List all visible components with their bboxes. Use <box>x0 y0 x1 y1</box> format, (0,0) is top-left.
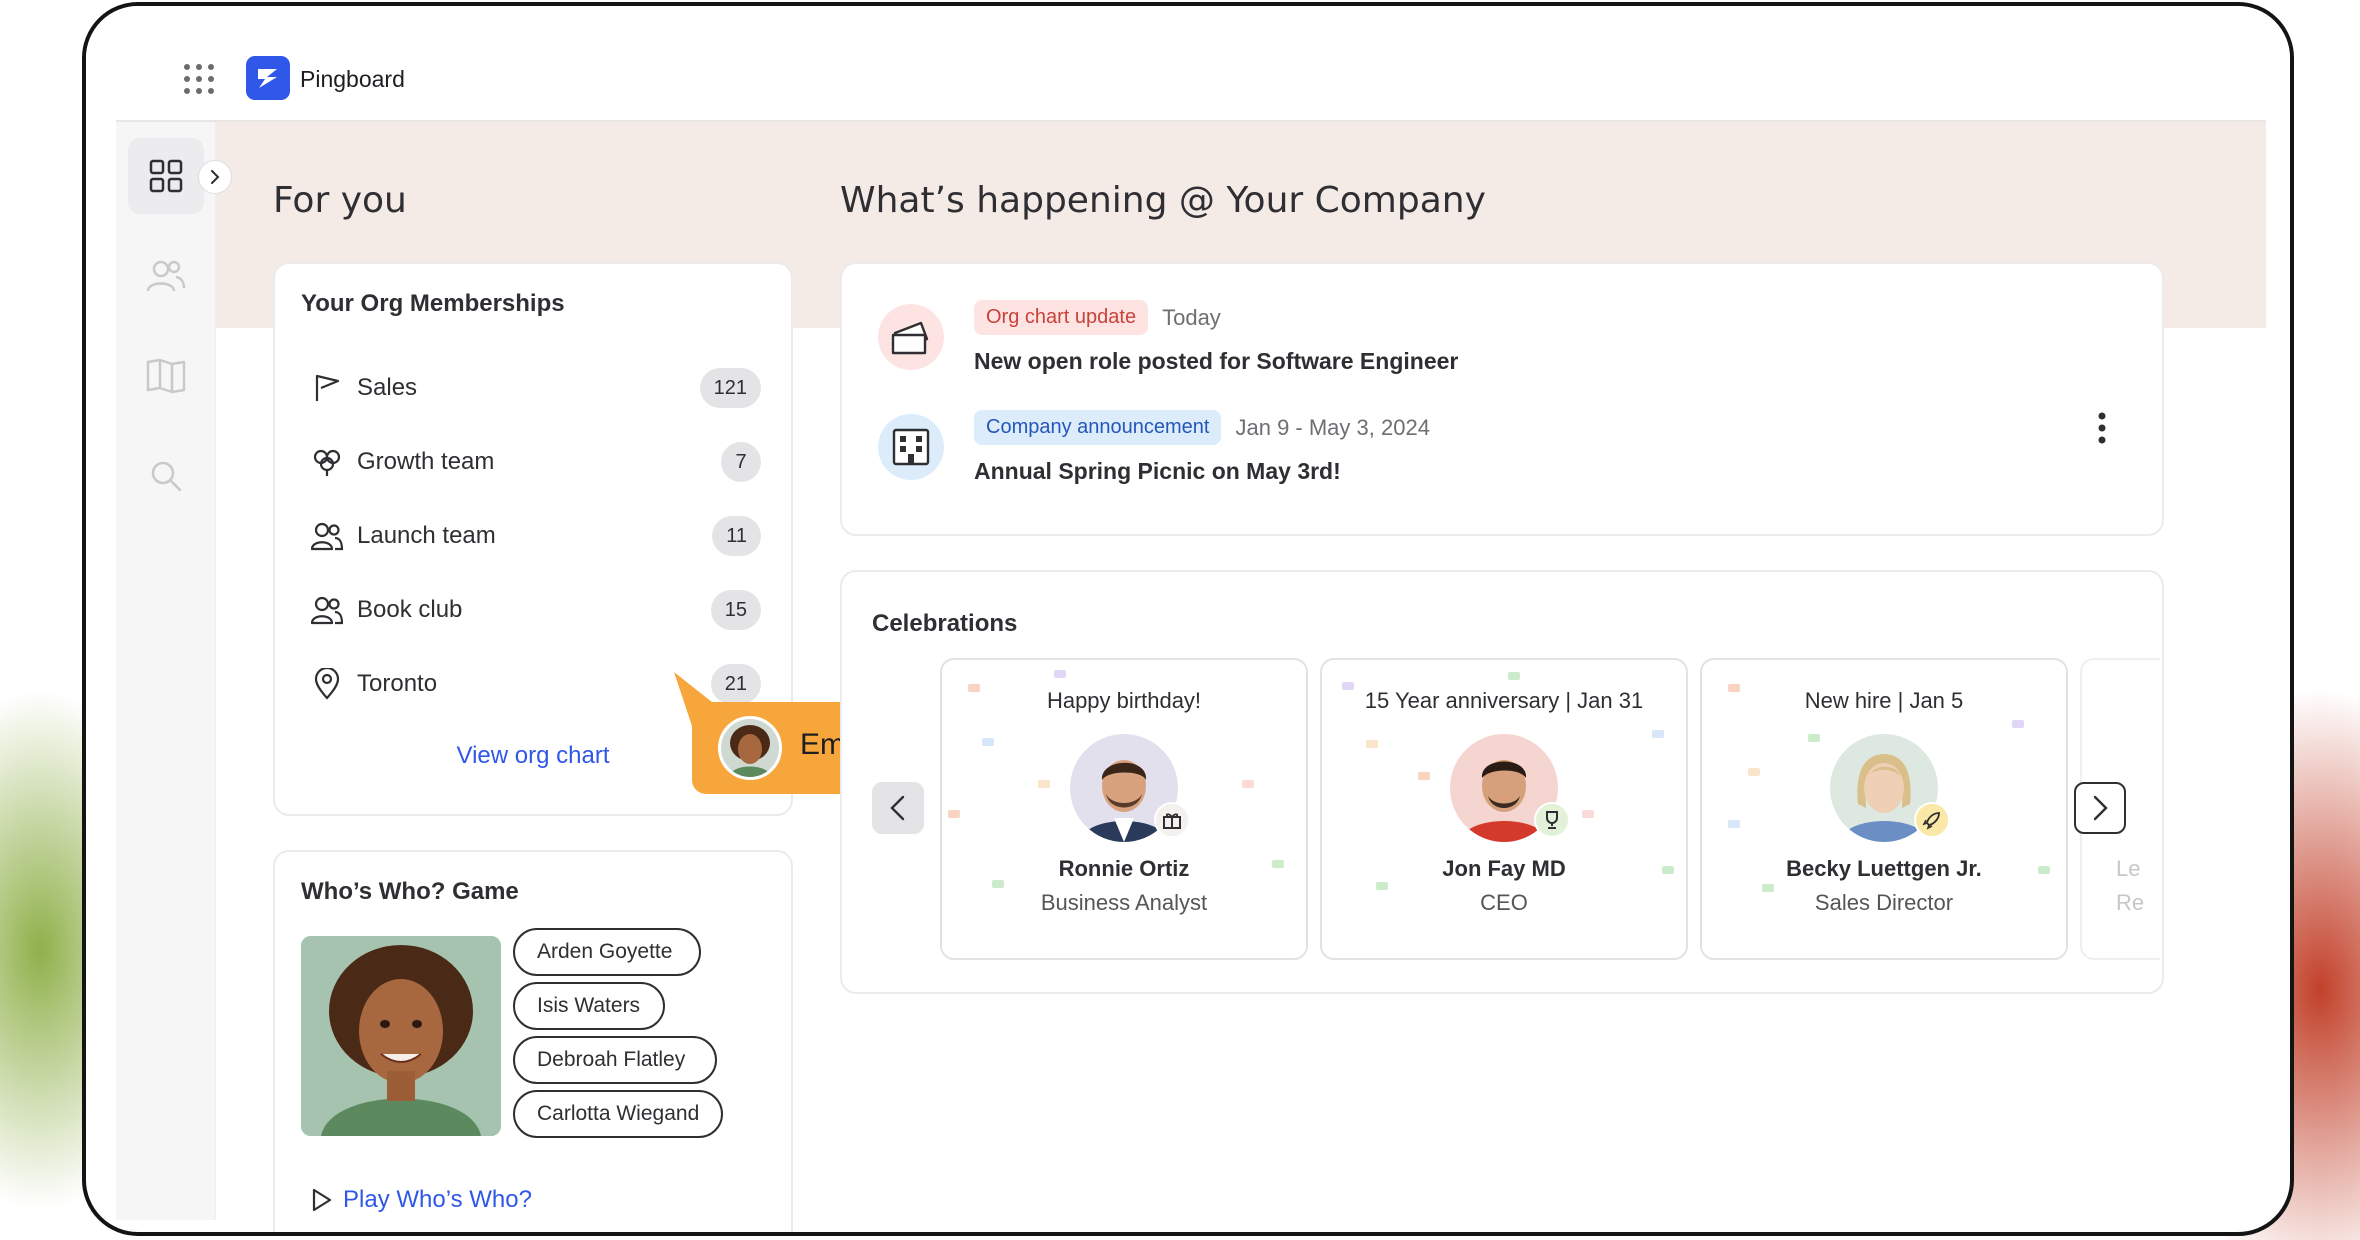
search-icon <box>151 461 182 492</box>
celebration-heading: New hire | Jan 5 <box>1804 688 1964 713</box>
flag-icon <box>311 372 343 404</box>
celebration-role: Sales Director <box>1814 890 1954 915</box>
membership-count: 7 <box>721 442 761 482</box>
membership-row-growth-team[interactable]: Growth team 7 <box>311 440 761 484</box>
building-icon <box>878 414 944 480</box>
membership-row-sales[interactable]: Sales 121 <box>311 366 761 410</box>
for-you-title: For you <box>273 180 407 221</box>
sidebar <box>116 122 232 1220</box>
sidebar-expand-button[interactable] <box>198 160 232 194</box>
celebration-role: Business Analyst <box>1040 890 1208 915</box>
membership-count: 11 <box>712 516 761 556</box>
gift-icon <box>1154 802 1190 838</box>
users-icon <box>311 520 343 552</box>
chevron-right-icon <box>211 170 220 184</box>
membership-label: Toronto <box>357 670 438 697</box>
membership-row-launch-team[interactable]: Launch team 11 <box>311 514 761 558</box>
feed-meta: Org chart update Today <box>974 300 1221 335</box>
top-bar: Pingboard <box>86 6 2290 120</box>
celebration-card[interactable]: Happy birthday! Ronnie Ortiz Business An… <box>940 658 1308 960</box>
membership-label: Growth team <box>357 448 495 475</box>
feed-date: Today <box>1162 304 1221 330</box>
app-launcher-icon[interactable] <box>184 64 214 94</box>
feed-text: New open role posted for Software Engine… <box>974 348 1459 374</box>
celebration-role: Re <box>2116 890 2145 915</box>
play-icon <box>312 1188 332 1212</box>
app-body: For you Your Org Memberships Sales 121 G… <box>116 120 2266 1232</box>
celebration-card[interactable]: 15 Year anniversary | Jan 31 Jon Fay MD … <box>1320 658 1688 960</box>
tag-org-chart-update: Org chart update <box>974 300 1149 335</box>
whos-who-photo <box>301 936 501 1136</box>
users-icon <box>311 594 343 626</box>
feed-text: Annual Spring Picnic on May 3rd! <box>974 458 1341 484</box>
book-icon <box>146 358 186 394</box>
play-whos-who-button[interactable]: Play Who’s Who? <box>311 1186 532 1214</box>
chevron-left-icon <box>890 795 905 821</box>
device-frame: Pingboard For you Your Org Memberships S… <box>82 2 2294 1236</box>
chevron-right-icon <box>2093 795 2108 821</box>
rocket-icon <box>1914 802 1950 838</box>
celebration-role: CEO <box>1480 890 1528 915</box>
celebrations-card: Celebrations Happy birthday! Ronnie Orti… <box>840 570 2164 994</box>
location-pin-icon <box>311 668 343 700</box>
flower-icon <box>311 446 343 478</box>
feed-meta: Company announcement Jan 9 - May 3, 2024 <box>974 410 1430 445</box>
whos-who-option[interactable]: Isis Waters <box>513 982 665 1030</box>
sidebar-item-directory[interactable] <box>128 338 204 414</box>
feed-item-org-chart-update[interactable]: Org chart update Today New open role pos… <box>878 300 2138 390</box>
carousel-prev-button[interactable] <box>872 782 924 834</box>
celebrations-title: Celebrations <box>872 610 1018 637</box>
feed-item-company-announcement[interactable]: Company announcement Jan 9 - May 3, 2024… <box>878 410 2138 500</box>
carousel-next-button[interactable] <box>2074 782 2126 834</box>
membership-count: 121 <box>699 368 761 408</box>
ticket-icon <box>878 304 944 370</box>
celebration-name: Ronnie Ortiz <box>1058 856 1190 881</box>
celebration-heading: Happy birthday! <box>1046 688 1202 713</box>
membership-count: 15 <box>710 590 761 630</box>
celebration-name: Le <box>2116 856 2141 881</box>
tooltip-avatar <box>718 716 782 780</box>
whats-happening-title: What’s happening @ Your Company <box>840 180 1486 221</box>
membership-label: Book club <box>357 596 463 623</box>
happening-feed-card: Org chart update Today New open role pos… <box>840 262 2164 536</box>
feed-date: Jan 9 - May 3, 2024 <box>1235 414 1430 440</box>
pingboard-logo-icon <box>246 56 290 100</box>
celebration-card[interactable]: New hire | Jan 5 Becky Luettgen Jr. Sale… <box>1700 658 2068 960</box>
membership-row-book-club[interactable]: Book club 15 <box>311 588 761 632</box>
play-whos-who-label: Play Who’s Who? <box>343 1186 532 1213</box>
more-options-icon[interactable] <box>2092 410 2112 450</box>
whos-who-option[interactable]: Carlotta Wiegand <box>513 1090 723 1138</box>
whos-who-card: Who’s Who? Game Arden Goyette Isis Water… <box>273 850 793 1232</box>
celebration-name: Becky Luettgen Jr. <box>1786 856 1982 881</box>
whos-who-option[interactable]: Debroah Flatley <box>513 1036 717 1084</box>
people-icon <box>146 260 186 292</box>
dashboard-grid-icon <box>149 159 183 193</box>
sidebar-item-search[interactable] <box>128 438 204 514</box>
sidebar-item-people[interactable] <box>128 238 204 314</box>
whos-who-option[interactable]: Arden Goyette <box>513 928 701 976</box>
membership-label: Sales <box>357 374 418 401</box>
whos-who-title: Who’s Who? Game <box>301 878 519 905</box>
org-memberships-title: Your Org Memberships <box>301 290 565 317</box>
celebration-heading: 15 Year anniversary | Jan 31 <box>1364 688 1644 713</box>
membership-label: Launch team <box>357 522 496 549</box>
celebration-name: Jon Fay MD <box>1442 856 1566 881</box>
sidebar-item-dashboard[interactable] <box>128 138 204 214</box>
tag-company-announcement: Company announcement <box>974 410 1222 445</box>
brand-name: Pingboard <box>300 66 405 92</box>
trophy-icon <box>1534 802 1570 838</box>
